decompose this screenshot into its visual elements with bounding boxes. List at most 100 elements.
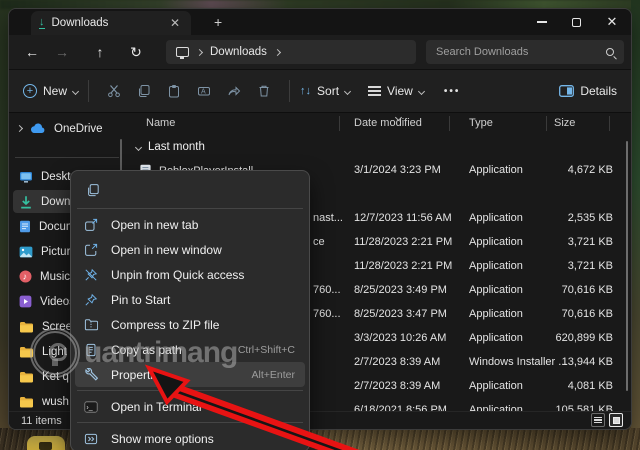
menu-item-label: Open in new window [111,243,295,257]
breadcrumb-downloads[interactable]: Downloads [210,46,267,58]
file-size: 620,899 KB [556,332,614,344]
file-size: 13,944 KB [562,356,613,368]
sort-button[interactable]: ↑↓ Sort [300,84,350,98]
group-header[interactable]: Last month [126,135,631,159]
file-size: 3,721 KB [568,236,613,248]
file-size: 2,535 KB [568,212,613,224]
rename-button[interactable]: A [189,84,219,98]
new-tab-button[interactable]: + [214,14,222,30]
svg-text:›_: ›_ [86,404,92,411]
view-lines-icon [368,84,381,98]
file-date: 8/25/2023 3:47 PM [354,308,447,320]
icons-view-toggle[interactable] [609,413,623,427]
breadcrumb[interactable]: Downloads [166,40,416,64]
column-name[interactable]: Name [146,117,175,129]
menu-separator [77,208,303,209]
desktop-shortcut-icon[interactable] [27,436,65,450]
menu-item-copy-as-path[interactable]: Copy as pathCtrl+Shift+C [75,337,305,362]
share-button[interactable] [219,84,249,98]
details-pane-button[interactable]: Details [559,84,617,98]
file-date: 2/7/2023 8:39 AM [354,356,440,368]
menu-item-pin-to-start[interactable]: Pin to Start [75,287,305,312]
menu-item-open-in-terminal[interactable]: ›_ Open in Terminal [75,394,305,419]
sidebar-item-onedrive[interactable]: OneDrive [13,117,123,140]
back-button[interactable]: ← [17,44,47,60]
up-button[interactable]: ↑ [85,44,115,60]
desktop: ↓ Downloads ✕ + ✕ ← → ↑ ↻ Downloads Sear… [0,0,640,450]
desktop-icon [19,171,33,183]
maximize-button[interactable] [559,9,593,35]
menu-item-label: Open in new tab [111,218,295,232]
menu-item-label: Properties [111,368,240,382]
menu-item-properties[interactable]: Properties Alt+Enter [75,362,305,387]
wallpaper-right [631,0,640,450]
toolbar-divider [88,80,89,102]
terminal-icon: ›_ [83,401,99,413]
list-view-toggle[interactable] [591,413,605,427]
menu-item-open-in-new-tab[interactable]: Open in new tab [75,212,305,237]
column-size[interactable]: Size [554,117,575,129]
pin-icon [83,293,99,307]
menu-item-compress-to-zip-file[interactable]: Compress to ZIP file [75,312,305,337]
column-divider[interactable] [449,116,450,131]
file-name-fragment: 760... [313,308,341,320]
copy-icon[interactable] [85,183,101,197]
paste-button[interactable] [159,84,189,98]
file-date: 3/3/2023 10:26 AM [354,332,446,344]
new-label: New [43,84,67,98]
copy-button[interactable] [129,84,159,98]
menu-item-open-in-new-window[interactable]: Open in new window [75,237,305,262]
search-box[interactable]: Search Downloads [426,40,624,64]
close-button[interactable]: ✕ [595,9,629,35]
refresh-button[interactable]: ↻ [121,44,151,61]
column-divider[interactable] [546,116,547,131]
chevron-down-icon [72,87,79,94]
file-name-fragment: 760... [313,284,341,296]
sidebar-item-label: Light [42,346,67,358]
sidebar-item-label: Music [40,271,70,283]
pictures-icon [19,246,33,258]
context-menu: Open in new tab Open in new window Unpin f… [70,170,310,450]
this-pc-icon [176,47,189,57]
column-type[interactable]: Type [469,117,493,129]
file-name-fragment: ce [313,236,325,248]
forward-button[interactable]: → [47,44,77,60]
menu-item-unpin-from-quick-access[interactable]: Unpin from Quick access [75,262,305,287]
column-date[interactable]: Date modified [354,117,422,129]
zip-icon [83,318,99,331]
cut-button[interactable] [99,84,129,98]
column-divider[interactable] [609,116,610,131]
menu-item-label: Show more options [111,432,295,446]
sidebar-divider [15,157,119,158]
new-button[interactable]: + New [23,84,78,98]
chevron-right-icon [274,48,281,55]
file-size: 4,081 KB [568,380,613,392]
column-divider[interactable] [339,116,340,131]
view-button[interactable]: View [368,84,424,98]
menu-item-label: Open in Terminal [111,400,295,414]
minimize-button[interactable] [525,9,559,35]
explorer-tab-downloads[interactable]: ↓ Downloads ✕ [31,11,191,35]
downloads-icon [19,195,33,209]
file-date: 8/25/2023 3:49 PM [354,284,447,296]
videos-icon [19,295,32,308]
file-date: 11/28/2023 2:21 PM [354,260,452,272]
file-list-scrollbar[interactable] [626,141,628,391]
menu-item-show-more-options[interactable]: Show more options [75,426,305,450]
folder-icon [19,396,34,408]
menu-shortcut: Alt+Enter [252,369,295,381]
delete-button[interactable] [249,84,279,98]
chevron-down-icon [344,87,351,94]
tab-close-icon[interactable]: ✕ [167,16,183,30]
chevron-down-icon [418,87,425,94]
more-options-button[interactable]: ••• [444,86,461,97]
file-size: 70,616 KB [562,284,613,296]
newtab-icon [83,218,99,232]
wrench-icon [83,368,99,382]
svg-text:A: A [201,89,206,96]
svg-text:♪: ♪ [23,272,28,282]
sidebar-label-onedrive: OneDrive [54,123,103,135]
plus-icon: + [23,84,37,98]
folder-icon [19,321,34,333]
search-icon [606,48,614,56]
